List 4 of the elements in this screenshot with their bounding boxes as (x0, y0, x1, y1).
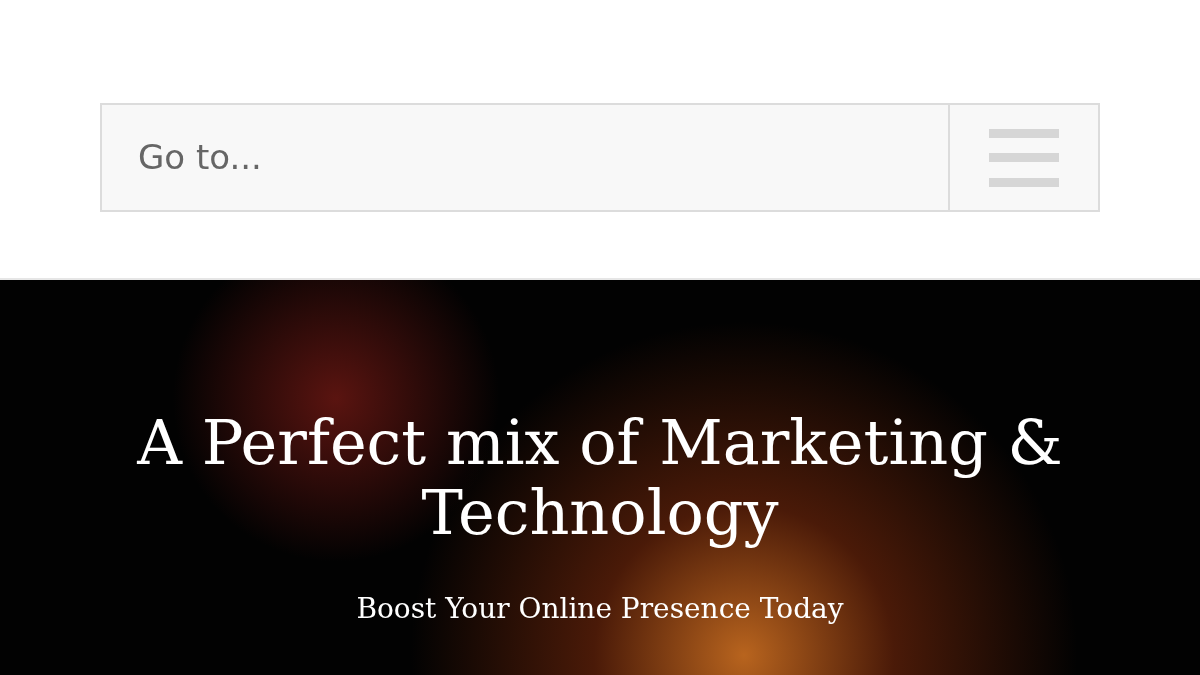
menu-icon (989, 128, 1059, 187)
navigation-select[interactable]: Go to... (100, 103, 1100, 212)
hero-title: A Perfect mix of Marketing & Technology (136, 408, 1064, 548)
hero-subtitle: Boost Your Online Presence Today (356, 591, 844, 627)
